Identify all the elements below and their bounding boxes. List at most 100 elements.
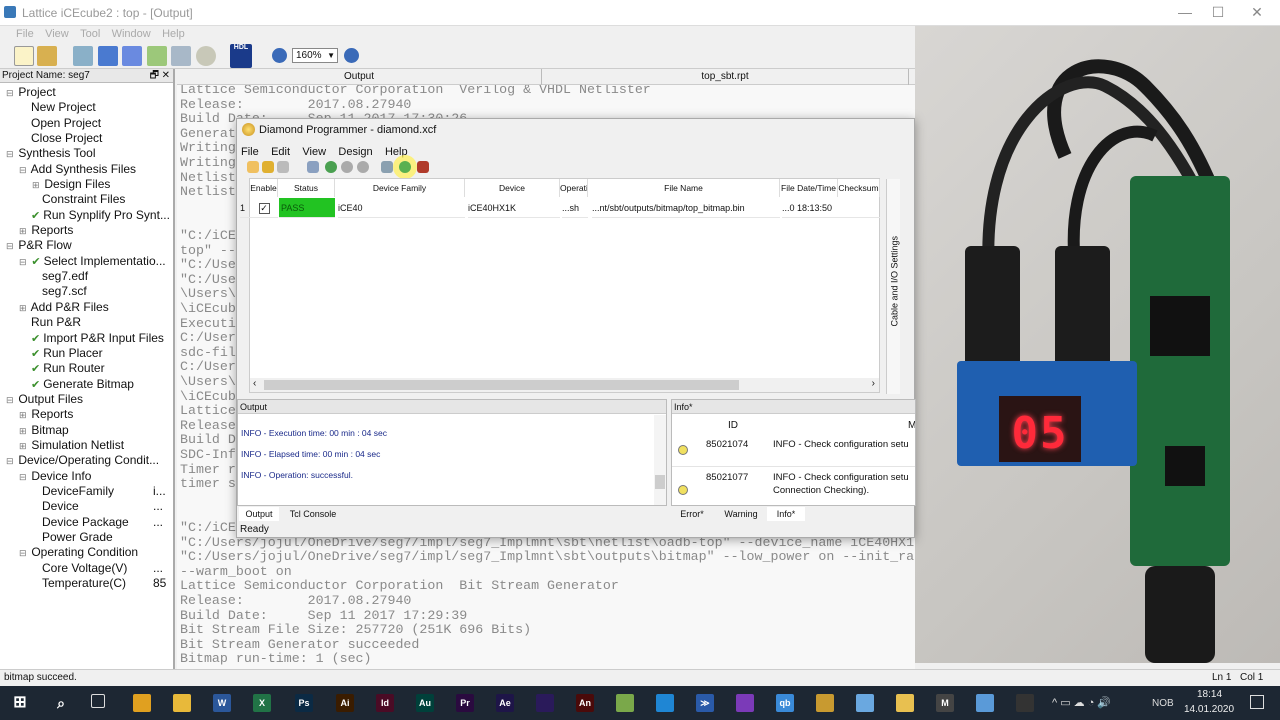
tree-item[interactable]: ✔ Import P&R Input Files (0, 331, 173, 346)
column-header-device[interactable]: Device (465, 179, 560, 197)
diamond-programmer-icon[interactable] (896, 694, 914, 712)
scrollbar-thumb[interactable] (655, 475, 665, 489)
tree-item[interactable]: ⊟ Device/Operating Condit... (0, 453, 173, 468)
tree-item[interactable]: ⊟ Operating Condition (0, 545, 173, 560)
chrome-icon[interactable] (133, 694, 151, 712)
menu-window[interactable]: Window (112, 27, 151, 42)
open-icon[interactable] (262, 161, 274, 173)
erase-icon[interactable] (357, 161, 369, 173)
menu-tool[interactable]: Tool (80, 27, 100, 42)
app-folder-icon[interactable] (816, 694, 834, 712)
notepad-icon[interactable] (616, 694, 634, 712)
tree-item[interactable]: ⊞ Reports (0, 407, 173, 422)
operation-cell[interactable]: ...sh (562, 198, 588, 218)
tree-item[interactable]: ⊟ Output Files (0, 392, 173, 407)
notifications-icon[interactable] (1250, 695, 1264, 709)
verify-icon[interactable] (341, 161, 353, 173)
tree-item[interactable]: Temperature(C) 85 (0, 576, 173, 591)
save-icon[interactable] (277, 161, 289, 173)
vertical-scrollbar[interactable] (654, 415, 666, 505)
file-name-cell[interactable]: ...nt/sbt/outputs/bitmap/top_bitmap.bin (592, 198, 780, 218)
program-icon[interactable] (325, 161, 337, 173)
audition-icon[interactable]: Au (416, 694, 434, 712)
tree-item[interactable]: seg7.edf (0, 269, 173, 284)
clock-time[interactable]: 18:14 (1197, 689, 1222, 700)
tab-warning[interactable]: Warning (717, 507, 765, 521)
collapse-icon[interactable]: ⊟ (6, 86, 15, 101)
explorer-icon[interactable] (173, 694, 191, 712)
app-m-icon[interactable]: M (936, 694, 954, 712)
collapse-icon[interactable]: ⊟ (6, 147, 15, 162)
grid-icon[interactable] (147, 46, 167, 66)
hdl-icon[interactable]: HDL (230, 44, 252, 68)
tab-error[interactable]: Error* (671, 507, 713, 521)
illustrator-icon[interactable]: Ai (336, 694, 354, 712)
zoom-in-icon[interactable] (344, 48, 359, 63)
programmer-menu-view[interactable]: View (302, 146, 326, 158)
windows-start-icon[interactable]: ⊞ (11, 694, 29, 712)
expand-icon[interactable]: ⊞ (19, 439, 28, 454)
tray-icons[interactable]: ^ ▭ ☁ ◔ 🔊 (1052, 696, 1111, 709)
tree-item[interactable]: Run P&R (0, 315, 173, 330)
collapse-icon[interactable]: ⊟ (6, 454, 15, 469)
collapse-icon[interactable]: ⊟ (19, 546, 28, 561)
device-cell[interactable]: iCE40HX1K (468, 198, 560, 218)
tree-item[interactable]: ⊞ Simulation Netlist (0, 438, 173, 453)
minimize-button[interactable]: — (1175, 4, 1195, 22)
app-arc-icon[interactable] (736, 694, 754, 712)
tree-item[interactable]: ⊟ Project (0, 85, 173, 100)
expand-icon[interactable]: ⊞ (32, 178, 41, 193)
app-cube2-icon[interactable] (976, 694, 994, 712)
collapse-icon[interactable]: ⊟ (6, 393, 15, 408)
indesign-icon[interactable]: Id (376, 694, 394, 712)
tree-item[interactable]: ⊟ Add Synthesis Files (0, 162, 173, 177)
enable-checkbox[interactable]: ✓ (250, 198, 278, 218)
expand-icon[interactable]: ⊞ (19, 424, 28, 439)
device-family-cell[interactable]: iCE40 (338, 198, 465, 218)
tree-item[interactable]: ⊞ Bitmap (0, 423, 173, 438)
programmer-menu-file[interactable]: File (241, 146, 259, 158)
column-header-status[interactable]: Status (278, 179, 335, 197)
collapse-icon[interactable]: ⊟ (19, 255, 28, 270)
tree-item[interactable]: Device Package... (0, 515, 173, 530)
tree-item[interactable]: seg7.scf (0, 284, 173, 299)
tree-item[interactable]: New Project (0, 100, 173, 115)
qbittorrent-icon[interactable]: qb (776, 694, 794, 712)
tree-item[interactable]: Constraint Files (0, 192, 173, 207)
search-icon[interactable]: ⌕ (52, 694, 70, 712)
tree-item[interactable]: Open Project (0, 116, 173, 131)
tree-item[interactable]: ⊞ Reports (0, 223, 173, 238)
collapse-icon[interactable]: ⊟ (19, 470, 28, 485)
tab-info[interactable]: Info* (767, 507, 805, 521)
tab-top-sbt-rpt[interactable]: top_sbt.rpt (542, 69, 909, 85)
column-header-operation[interactable]: Operatic (560, 179, 588, 197)
new-file-icon[interactable] (14, 46, 34, 66)
zoom-out-icon[interactable] (272, 48, 287, 63)
premiere-icon[interactable]: Pr (456, 694, 474, 712)
tree-item[interactable]: ⊞ Add P&R Files (0, 300, 173, 315)
scan-icon[interactable] (307, 161, 319, 173)
clock-date[interactable]: 14.01.2020 (1184, 704, 1234, 715)
word-icon[interactable]: W (213, 694, 231, 712)
tools-icon[interactable] (171, 46, 191, 66)
menu-view[interactable]: View (45, 27, 69, 42)
tree-item[interactable]: ✔ Run Synplify Pro Synt... (0, 208, 173, 223)
scrollbar-thumb[interactable] (264, 380, 739, 390)
tree-item[interactable]: Power Grade (0, 530, 173, 545)
tree-item[interactable]: ⊟ P&R Flow (0, 238, 173, 253)
tree-item[interactable]: DeviceFamily i... (0, 484, 173, 499)
tab-output[interactable]: Output (177, 69, 542, 85)
after-effects-icon[interactable]: Ae (496, 694, 514, 712)
scroll-left-icon[interactable]: ‹ (253, 378, 256, 389)
open-folder-icon[interactable] (37, 46, 57, 66)
media-encoder-icon[interactable] (536, 694, 554, 712)
tab-programmer-output[interactable]: Output (239, 507, 279, 521)
tree-item[interactable]: ⊟ Synthesis Tool (0, 146, 173, 161)
new-icon[interactable] (247, 161, 259, 173)
close-button[interactable]: ✕ (1247, 4, 1267, 22)
column-header-device-family[interactable]: Device Family (335, 179, 465, 197)
expand-icon[interactable]: ⊞ (19, 301, 28, 316)
maximize-button[interactable]: ☐ (1208, 4, 1228, 22)
timer-icon[interactable] (73, 46, 93, 66)
app-cube-icon[interactable] (856, 694, 874, 712)
